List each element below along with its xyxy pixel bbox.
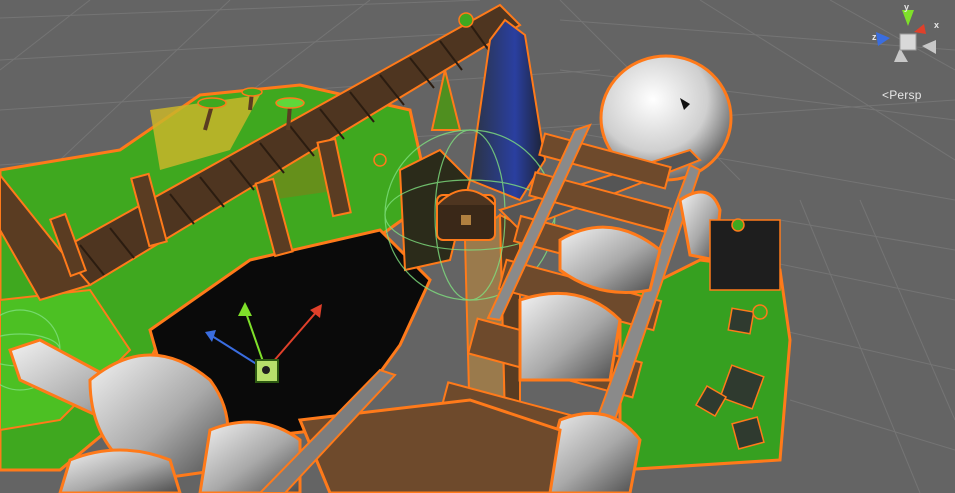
scene-view[interactable]: y z x <Persp: [0, 0, 955, 493]
projection-toggle[interactable]: <Persp: [882, 88, 922, 102]
gizmo-y-cone[interactable]: [902, 10, 914, 26]
gizmo-x-cone[interactable]: [914, 24, 926, 34]
gizmo-z-cone[interactable]: [876, 32, 890, 46]
gizmo-y-label: y: [904, 4, 909, 12]
gizmo-z-label: z: [872, 32, 877, 42]
gizmo-center-cube[interactable]: [899, 33, 917, 51]
gizmo-x-neg-cone[interactable]: [922, 40, 936, 54]
gizmo-x-label: x: [934, 20, 939, 30]
projection-label: Persp: [889, 88, 922, 102]
scene-canvas[interactable]: [0, 0, 955, 493]
treasure-chest[interactable]: [436, 189, 496, 241]
